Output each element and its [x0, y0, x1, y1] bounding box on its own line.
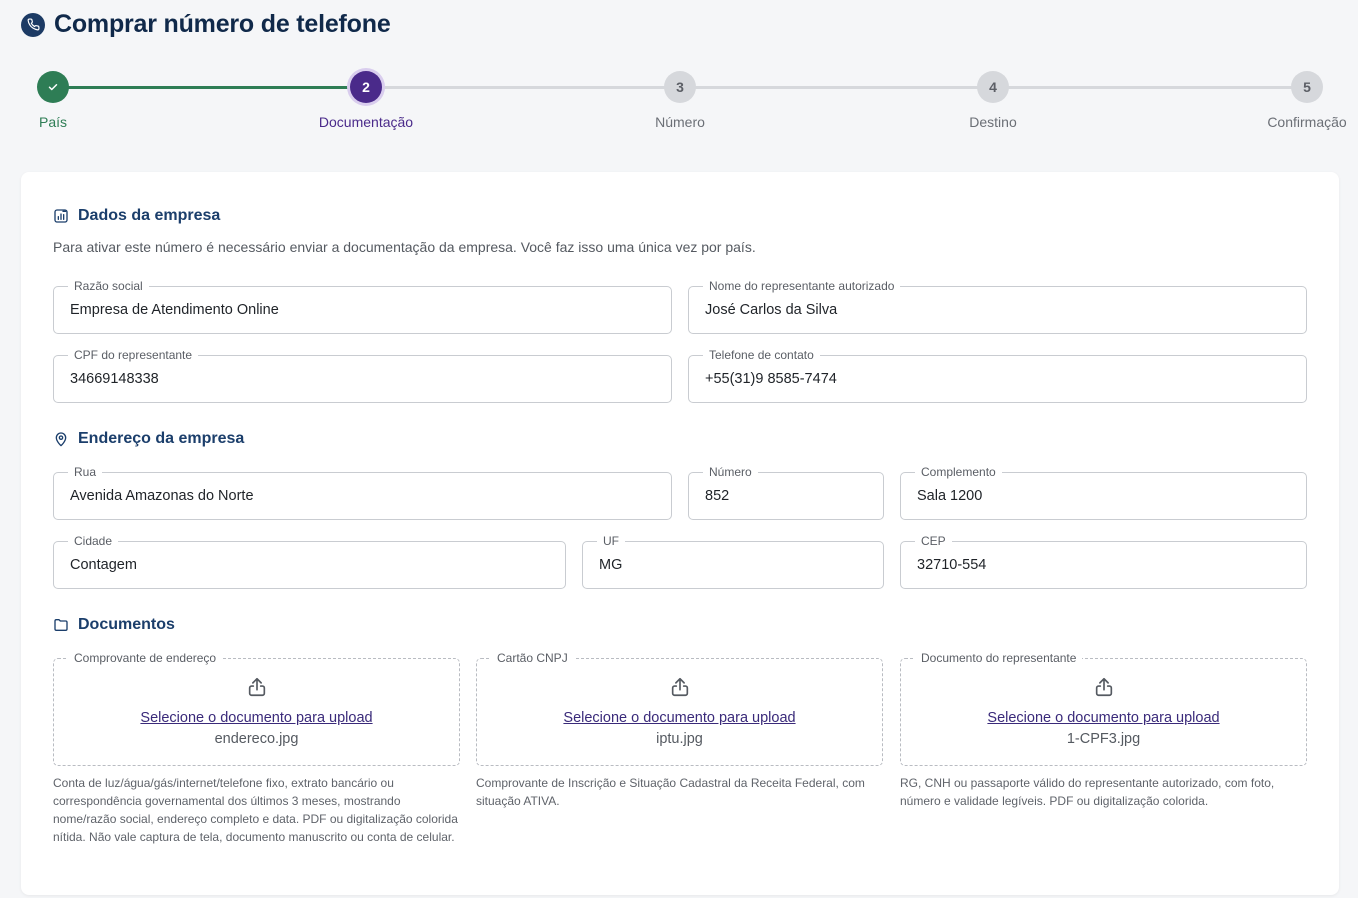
- upload-2-link[interactable]: Selecione o documento para upload: [477, 710, 882, 726]
- upload-1-filename: endereco.jpg: [214, 731, 299, 747]
- step-3-label: Número: [655, 114, 705, 130]
- cpf-value[interactable]: 34669148338: [70, 371, 159, 387]
- telefone-field[interactable]: Telefone de contato +55(31)9 8585-7474: [688, 348, 1307, 403]
- upload-2-label: Cartão CNPJ: [491, 651, 574, 665]
- upload-3-filename: 1-CPF3.jpg: [1066, 731, 1141, 747]
- cidade-value[interactable]: Contagem: [70, 557, 137, 573]
- upload-documento-representante[interactable]: Documento do representante Selecione o d…: [900, 651, 1307, 766]
- company-section-title-text: Dados da empresa: [78, 207, 221, 224]
- rua-field[interactable]: Rua Avenida Amazonas do Norte: [53, 465, 672, 520]
- documents-section-title-text: Documentos: [78, 616, 175, 633]
- location-pin-icon: [53, 431, 69, 447]
- step-4-label: Destino: [969, 114, 1017, 130]
- step-connector-2: [366, 86, 680, 89]
- representante-label: Nome do representante autorizado: [703, 279, 901, 293]
- uf-field[interactable]: UF MG: [582, 534, 884, 589]
- step-1-label[interactable]: País: [39, 114, 67, 130]
- upload-3-hint: RG, CNH ou passaporte válido do represen…: [900, 776, 1275, 808]
- numero-value[interactable]: 852: [705, 488, 729, 504]
- telefone-value[interactable]: +55(31)9 8585-7474: [705, 371, 837, 387]
- cep-field[interactable]: CEP 32710-554: [900, 534, 1307, 589]
- step-2-label: Documentação: [318, 114, 414, 130]
- cpf-label: CPF do representante: [68, 348, 199, 362]
- numero-field[interactable]: Número 852: [688, 465, 884, 520]
- folder-icon: [53, 617, 69, 633]
- cidade-field[interactable]: Cidade Contagem: [53, 534, 566, 589]
- address-section-title-text: Endereço da empresa: [78, 430, 245, 447]
- representante-field[interactable]: Nome do representante autorizado José Ca…: [688, 279, 1307, 334]
- step-2-circle[interactable]: 2: [350, 71, 382, 103]
- uf-value[interactable]: MG: [599, 557, 622, 573]
- numero-label: Número: [703, 465, 758, 479]
- cep-value[interactable]: 32710-554: [917, 557, 986, 573]
- building-icon: [53, 208, 69, 224]
- upload-comprovante-endereco[interactable]: Comprovante de endereço Selecione o docu…: [53, 651, 460, 766]
- step-connector-3: [680, 86, 993, 89]
- upload-3-link[interactable]: Selecione o documento para upload: [901, 710, 1306, 726]
- razao-social-field[interactable]: Razão social Empresa de Atendimento Onli…: [53, 279, 672, 334]
- representante-value[interactable]: José Carlos da Silva: [705, 302, 837, 318]
- upload-2-filename: iptu.jpg: [656, 731, 703, 747]
- phone-icon: [21, 12, 45, 37]
- complemento-label: Complemento: [915, 465, 1002, 479]
- upload-1-hint: Conta de luz/água/gás/internet/telefone …: [53, 776, 458, 844]
- documents-section-title: Documentos: [53, 616, 175, 634]
- step-3-circle: 3: [664, 71, 696, 103]
- step-1-circle[interactable]: [37, 71, 69, 103]
- upload-icon[interactable]: [1093, 676, 1115, 703]
- upload-3-label: Documento do representante: [915, 651, 1083, 665]
- company-section-title: Dados da empresa: [53, 207, 220, 225]
- stepper: 2 3 4 5 País Documentação Número Destino…: [0, 68, 1358, 138]
- upload-cartao-cnpj[interactable]: Cartão CNPJ Selecione o documento para u…: [476, 651, 883, 766]
- step-5-label: Confirmação: [1267, 114, 1347, 130]
- company-description: Para ativar este número é necessário env…: [53, 239, 756, 255]
- upload-icon[interactable]: [669, 676, 691, 703]
- page-title: Comprar número de telefone: [54, 10, 391, 38]
- complemento-value[interactable]: Sala 1200: [917, 488, 982, 504]
- razao-social-value[interactable]: Empresa de Atendimento Online: [70, 302, 279, 318]
- upload-2-hint: Comprovante de Inscrição e Situação Cada…: [476, 776, 865, 808]
- uf-label: UF: [597, 534, 625, 548]
- step-4-circle: 4: [977, 71, 1009, 103]
- upload-1-label: Comprovante de endereço: [68, 651, 223, 665]
- telefone-label: Telefone de contato: [703, 348, 820, 362]
- step-5-circle: 5: [1291, 71, 1323, 103]
- rua-value[interactable]: Avenida Amazonas do Norte: [70, 488, 254, 504]
- check-icon: [48, 84, 58, 91]
- cep-label: CEP: [915, 534, 952, 548]
- razao-social-label: Razão social: [68, 279, 149, 293]
- step-connector-1: [53, 86, 366, 89]
- address-section-title: Endereço da empresa: [53, 430, 244, 448]
- upload-icon[interactable]: [246, 676, 268, 703]
- complemento-field[interactable]: Complemento Sala 1200: [900, 465, 1307, 520]
- rua-label: Rua: [68, 465, 103, 479]
- cidade-label: Cidade: [68, 534, 119, 548]
- page-header: Comprar número de telefone: [21, 10, 391, 39]
- upload-1-link[interactable]: Selecione o documento para upload: [54, 710, 459, 726]
- form-card: Dados da empresa Para ativar este número…: [21, 172, 1339, 895]
- step-connector-4: [993, 86, 1307, 89]
- cpf-field[interactable]: CPF do representante 34669148338: [53, 348, 672, 403]
